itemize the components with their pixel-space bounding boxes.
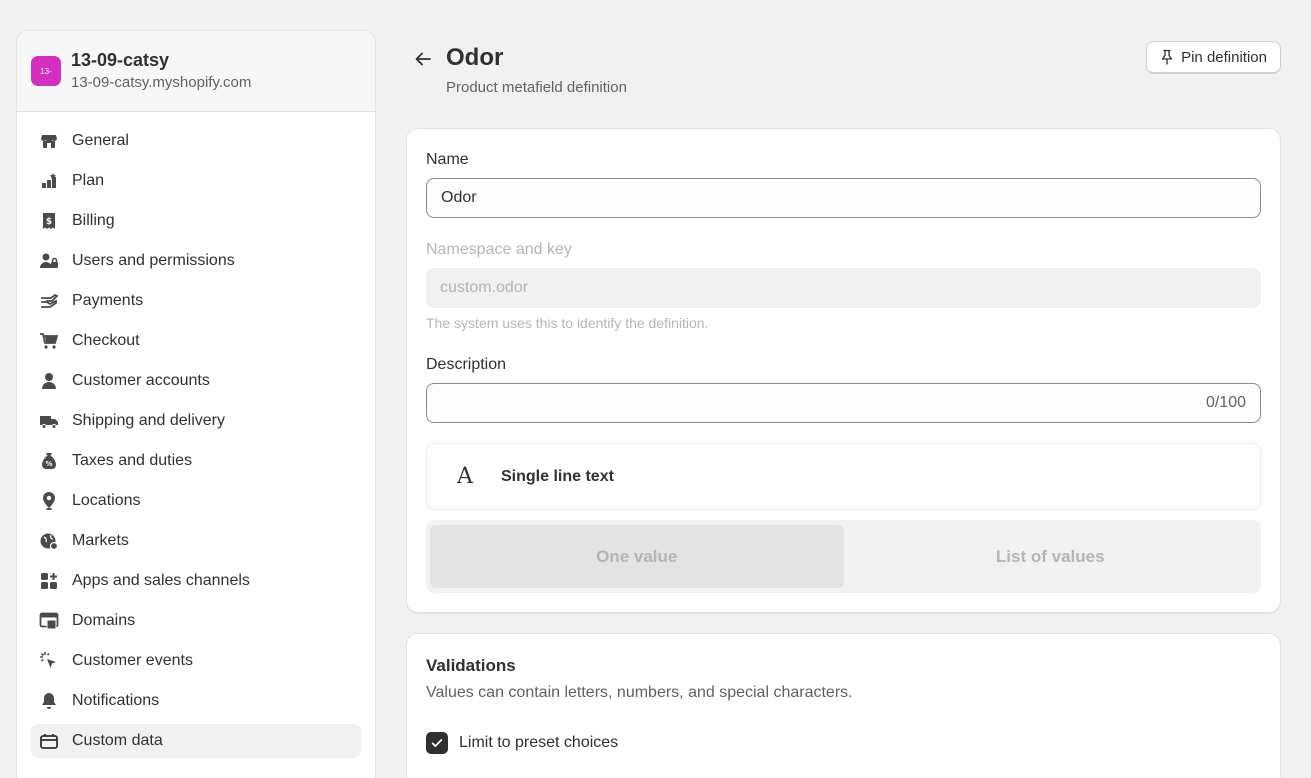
sidebar-item-label: General <box>72 132 129 149</box>
store-icon <box>39 131 59 151</box>
sidebar-item-label: Plan <box>72 172 105 189</box>
value-count-toggle: One value List of values <box>426 520 1261 593</box>
validations-card: Validations Values can contain letters, … <box>406 633 1281 778</box>
apps-icon <box>39 571 59 591</box>
truck-icon <box>39 411 59 431</box>
sidebar-item-label: Customer accounts <box>72 372 210 389</box>
store-domain: 13-09-catsy.myshopify.com <box>71 74 252 91</box>
sidebar-item-apps[interactable]: Apps and sales channels <box>31 564 361 598</box>
sidebar-item-label: Shipping and delivery <box>72 412 225 429</box>
settings-sidebar: 13- 13-09-catsy 13-09-catsy.myshopify.co… <box>16 30 376 778</box>
sidebar-item-customer-accounts[interactable]: Customer accounts <box>31 364 361 398</box>
store-switcher[interactable]: 13- 13-09-catsy 13-09-catsy.myshopify.co… <box>17 31 375 112</box>
namespace-key-value: custom.odor <box>440 279 529 296</box>
arrow-left-icon <box>415 52 431 66</box>
bell-icon <box>39 691 59 711</box>
sidebar-item-label: Locations <box>72 492 141 509</box>
sidebar-item-locations[interactable]: Locations <box>31 484 361 518</box>
validations-title: Validations <box>426 656 516 675</box>
pin-definition-label: Pin definition <box>1181 48 1267 66</box>
page-header: Odor Product metafield definition Pin de… <box>406 40 1281 110</box>
sidebar-item-domains[interactable]: Domains <box>31 604 361 638</box>
svg-text:$: $ <box>46 217 52 227</box>
sidebar-item-plan[interactable]: Plan <box>31 164 361 198</box>
store-name: 13-09-catsy <box>71 50 170 70</box>
type-label: Single line text <box>501 467 614 485</box>
location-pin-icon <box>39 491 59 511</box>
sidebar-item-label: Payments <box>72 292 144 309</box>
sidebar-item-shipping[interactable]: Shipping and delivery <box>31 404 361 438</box>
sidebar-item-customer-events[interactable]: Customer events <box>31 644 361 678</box>
svg-text:%: % <box>45 460 52 468</box>
cart-icon <box>39 331 59 351</box>
billing-icon: $ <box>39 211 59 231</box>
sidebar-item-checkout[interactable]: Checkout <box>31 324 361 358</box>
sidebar-item-label: Customer events <box>72 652 193 669</box>
plan-icon <box>39 171 59 191</box>
cursor-click-icon <box>39 651 59 671</box>
sidebar-item-users[interactable]: Users and permissions <box>31 244 361 278</box>
namespace-label: Namespace and key <box>426 241 572 258</box>
custom-data-icon <box>39 731 59 751</box>
sidebar-item-label: Checkout <box>72 332 140 349</box>
namespace-help-text: The system uses this to identify the def… <box>426 315 709 331</box>
sidebar-item-label: Markets <box>72 532 129 549</box>
sidebar-item-markets[interactable]: Markets <box>31 524 361 558</box>
limit-preset-choices-row[interactable]: Limit to preset choices <box>426 732 618 754</box>
sidebar-item-custom-data[interactable]: Custom data <box>31 724 361 758</box>
checkmark-icon <box>431 739 443 747</box>
name-label: Name <box>426 151 469 168</box>
sidebar-item-billing[interactable]: $ Billing <box>31 204 361 238</box>
sidebar-item-label: Domains <box>72 612 136 629</box>
text-type-icon: A <box>457 464 473 489</box>
store-info: 13-09-catsy 13-09-catsy.myshopify.com <box>71 49 251 93</box>
users-icon <box>39 251 59 271</box>
description-label: Description <box>426 356 507 373</box>
sidebar-item-general[interactable]: General <box>31 124 361 158</box>
list-of-values-option[interactable]: List of values <box>844 525 1258 588</box>
description-input[interactable]: 0/100 <box>426 383 1261 423</box>
sidebar-item-label: Taxes and duties <box>72 452 193 469</box>
one-value-option[interactable]: One value <box>430 525 844 588</box>
namespace-key-input: custom.odor <box>426 268 1261 308</box>
sidebar-item-label: Users and permissions <box>72 252 235 269</box>
page-title: Odor <box>446 44 504 71</box>
sidebar-item-taxes[interactable]: % Taxes and duties <box>31 444 361 478</box>
sidebar-item-payments[interactable]: Payments <box>31 284 361 318</box>
name-input[interactable]: Odor <box>426 178 1261 218</box>
payments-icon <box>39 291 59 311</box>
person-icon <box>39 371 59 391</box>
limit-preset-choices-label: Limit to preset choices <box>459 734 619 751</box>
sidebar-item-label: Custom data <box>72 732 163 749</box>
sidebar-item-notifications[interactable]: Notifications <box>31 684 361 718</box>
pin-definition-button[interactable]: Pin definition <box>1146 41 1281 74</box>
settings-nav: General Plan $ Billing Users and permiss… <box>17 112 375 758</box>
sidebar-item-label: Notifications <box>72 692 160 709</box>
description-char-counter: 0/100 <box>1205 394 1246 411</box>
store-avatar: 13- <box>31 56 61 86</box>
name-input-value: Odor <box>441 189 477 206</box>
page-subtitle: Product metafield definition <box>446 79 627 96</box>
validations-description: Values can contain letters, numbers, and… <box>426 684 853 701</box>
sidebar-item-label: Billing <box>72 212 115 229</box>
domains-icon <box>39 611 59 631</box>
pin-icon <box>1161 49 1173 65</box>
tax-icon: % <box>39 451 59 471</box>
definition-card: Name Odor Namespace and key custom.odor … <box>406 128 1281 613</box>
limit-preset-choices-checkbox[interactable] <box>426 732 448 754</box>
sidebar-item-label: Apps and sales channels <box>72 572 250 589</box>
back-button[interactable] <box>412 48 434 70</box>
globe-icon <box>39 531 59 551</box>
type-selector[interactable]: A Single line text <box>426 443 1261 510</box>
